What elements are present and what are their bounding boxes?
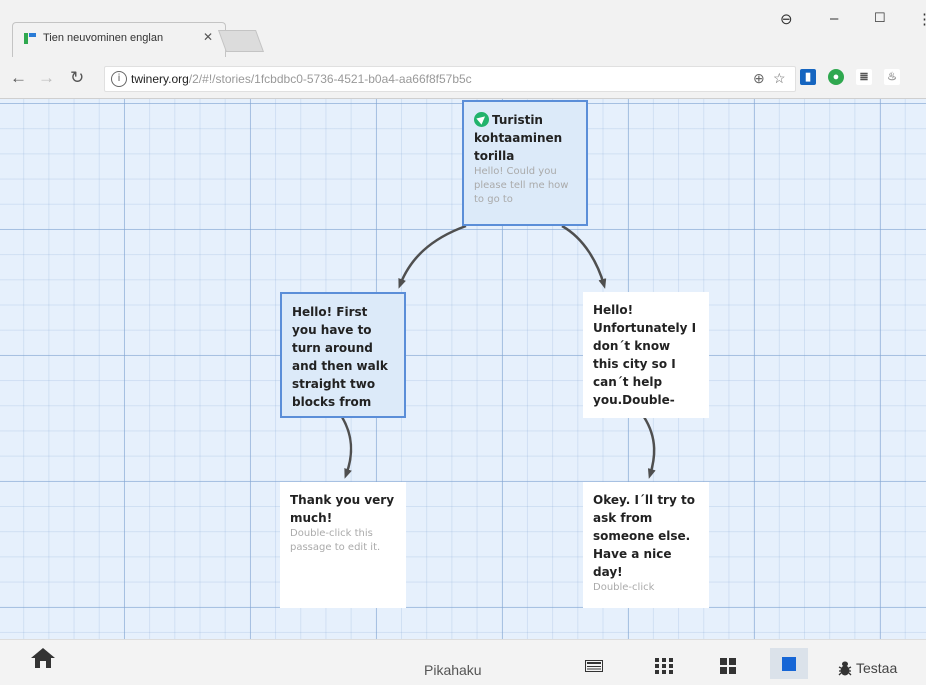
more-icon[interactable]: ⋮ bbox=[917, 10, 926, 28]
passage-excerpt: Double-click bbox=[593, 582, 655, 593]
passage-excerpt: Hello! Could you please tell me how to g… bbox=[474, 166, 569, 205]
browser-tab[interactable]: Tien neuvominen englan ✕ bbox=[12, 22, 226, 57]
bug-icon bbox=[838, 661, 852, 676]
zoom-blocks-icon bbox=[720, 658, 736, 674]
zoom-grid-large-button[interactable] bbox=[714, 654, 742, 678]
passage-excerpt: Double-click this passage to edit it. bbox=[290, 528, 381, 553]
minimize-icon[interactable]: – bbox=[830, 10, 838, 27]
browser-toolbar: ← → ↻ i twinery.org/2/#!/stories/1fcbdbc… bbox=[0, 58, 926, 99]
zoom-grid-small-button[interactable] bbox=[650, 654, 678, 678]
maximize-icon[interactable]: ☐ bbox=[874, 10, 886, 26]
story-map[interactable]: Turistin kohtaaminen torilla Hello! Coul… bbox=[0, 99, 926, 639]
forward-icon[interactable]: → bbox=[38, 68, 55, 88]
passage-title: Hello! Unfortunately I don´t know this c… bbox=[593, 303, 697, 407]
zoom-titles-only-button[interactable] bbox=[580, 654, 608, 678]
url-text: twinery.org/2/#!/stories/1fcbdbc0-5736-4… bbox=[131, 72, 472, 86]
start-rocket-icon bbox=[474, 112, 489, 127]
zoom-grid-icon bbox=[655, 658, 673, 674]
bookmark-star-icon[interactable]: ☆ bbox=[773, 70, 786, 87]
extension-translate-icon[interactable]: ≣ bbox=[856, 69, 872, 85]
extension-blue-icon[interactable]: ▮ bbox=[800, 69, 816, 85]
info-icon[interactable]: i bbox=[111, 71, 127, 87]
test-label: Testaa bbox=[856, 660, 898, 676]
address-bar[interactable]: i twinery.org/2/#!/stories/1fcbdbc0-5736… bbox=[104, 66, 796, 92]
home-icon[interactable] bbox=[30, 646, 56, 670]
passage-card-start[interactable]: Turistin kohtaaminen torilla Hello! Coul… bbox=[462, 100, 588, 226]
quick-find-button[interactable]: Pikahaku bbox=[424, 662, 482, 678]
new-tab-button[interactable] bbox=[217, 30, 265, 52]
tab-title: Tien neuvominen englan bbox=[43, 32, 164, 44]
link-arrow bbox=[642, 416, 656, 479]
test-button[interactable]: Testaa bbox=[838, 660, 897, 676]
extension-gray-icon[interactable]: ♨ bbox=[884, 69, 900, 85]
zoom-full-button[interactable] bbox=[770, 648, 808, 679]
passage-title: Thank you very much! bbox=[290, 493, 395, 525]
link-arrow bbox=[398, 224, 467, 289]
zoom-25-icon bbox=[585, 660, 603, 672]
browser-titlebar: Tien neuvominen englan ✕ ⊖ – ☐ ⋮ bbox=[0, 0, 926, 58]
passage-card[interactable]: Hello! First you have to turn around and… bbox=[280, 292, 406, 418]
zoom-100-icon bbox=[782, 656, 796, 671]
close-tab-icon[interactable]: ✕ bbox=[203, 30, 213, 44]
story-toolbar: Pikahaku Testaa bbox=[0, 639, 926, 685]
twine-favicon-icon bbox=[24, 33, 36, 44]
extension-green-icon[interactable]: ● bbox=[828, 69, 844, 85]
passage-card[interactable]: Thank you very much! Double-click this p… bbox=[280, 482, 406, 608]
passage-card[interactable]: Okey. I´ll try to ask from someone else.… bbox=[583, 482, 709, 608]
link-arrow bbox=[561, 224, 607, 289]
zoom-magnifier-icon[interactable]: ⊕ bbox=[753, 70, 765, 87]
reload-icon[interactable]: ↻ bbox=[70, 68, 84, 88]
link-arrow bbox=[340, 416, 353, 479]
back-icon[interactable]: ← bbox=[10, 68, 27, 88]
account-icon[interactable]: ⊖ bbox=[780, 10, 793, 28]
passage-card[interactable]: Hello! Unfortunately I don´t know this c… bbox=[583, 292, 709, 418]
passage-title: Okey. I´ll try to ask from someone else.… bbox=[593, 493, 695, 579]
passage-title: Hello! First you have to turn around and… bbox=[292, 305, 388, 409]
